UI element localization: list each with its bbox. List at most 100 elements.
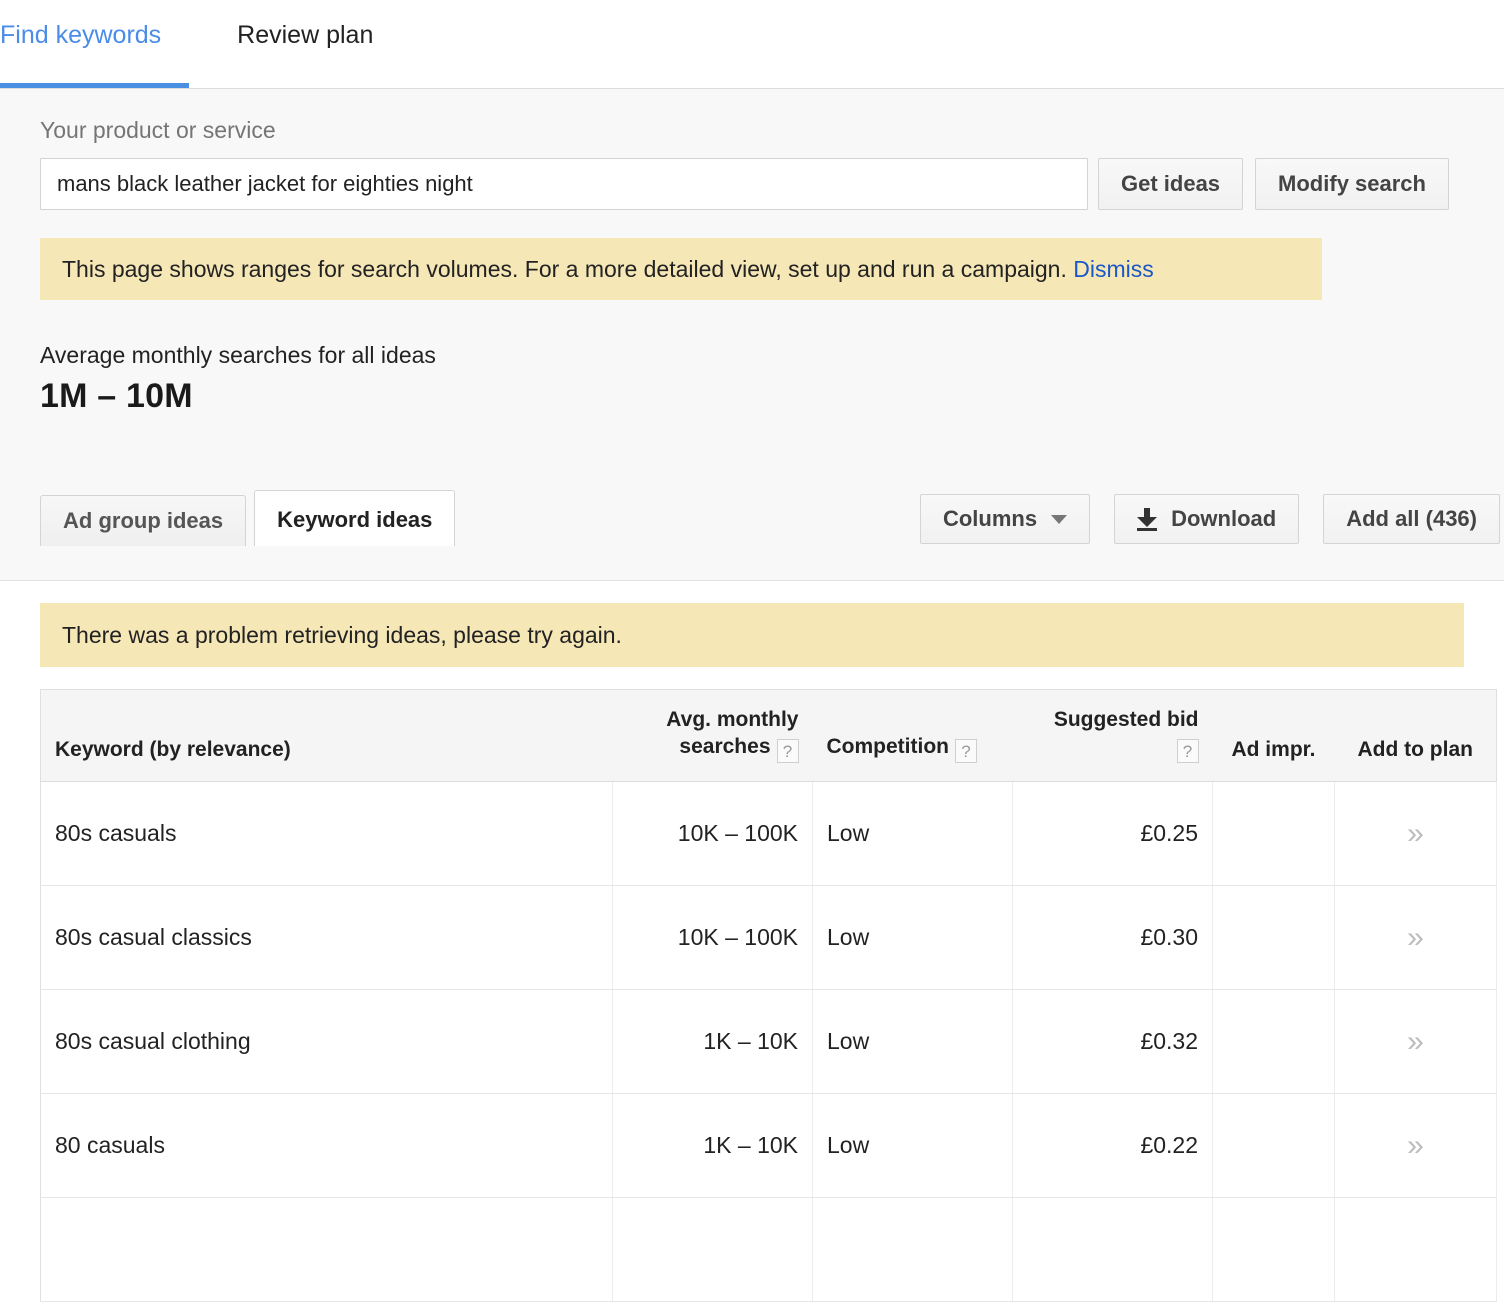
results-area: There was a problem retrieving ideas, pl…	[0, 603, 1504, 1302]
add-to-plan-chevron-icon[interactable]: »	[1407, 921, 1424, 954]
col-header-keyword[interactable]: Keyword (by relevance)	[40, 689, 613, 782]
col-header-suggested-bid-label: Suggested bid	[1053, 708, 1199, 731]
competition-value: Low	[827, 1028, 870, 1054]
avg-monthly-searches-value: 1K – 10K	[703, 1028, 798, 1054]
col-header-competition-label: Competition	[826, 735, 949, 758]
add-to-plan-chevron-icon[interactable]: »	[1407, 1025, 1424, 1058]
table-row[interactable]: 80 casuals 1K – 10K Low £0.22 »	[40, 1093, 1497, 1198]
table-body: 80s casuals 10K – 100K Low £0.25» 80s casual…	[40, 781, 1497, 1302]
cell-keyword: 80s casual clothing	[40, 989, 613, 1094]
tab-ad-group-ideas[interactable]: Ad group ideas	[40, 495, 247, 546]
add-all-button[interactable]: Add all (436)	[1323, 494, 1500, 544]
table-header-row: Keyword (by relevance) Avg. monthly sear…	[40, 689, 1497, 782]
cell-competition: Low	[812, 781, 1013, 886]
cell-ad-impr	[1212, 1093, 1335, 1198]
cell-suggested-bid: £0.32	[1012, 989, 1213, 1094]
add-to-plan-chevron-icon[interactable]: »	[1407, 1129, 1424, 1162]
avg-searches-value: 1M – 10M	[40, 377, 193, 415]
keyword-text: 80s casuals	[55, 820, 177, 846]
cell-ad-impr	[1212, 885, 1335, 990]
competition-value: Low	[827, 1132, 870, 1158]
columns-button[interactable]: Columns	[919, 494, 1091, 544]
help-icon-suggested-bid[interactable]: ?	[1176, 739, 1199, 763]
chevron-down-icon	[1051, 514, 1068, 524]
cell-add-to-plan[interactable]: »	[1334, 989, 1497, 1094]
col-header-ad-impr-label: Ad impr.	[1231, 738, 1316, 761]
cell-competition: Low	[812, 885, 1013, 990]
keyword-text: 80s casual clothing	[55, 1028, 251, 1054]
cell-competition: Low	[812, 989, 1013, 1094]
tab-find-keywords-label: Find keywords	[0, 21, 162, 49]
cell-add-to-plan[interactable]: »	[1334, 1093, 1497, 1198]
query-panel: Your product or service Get ideas Modify…	[0, 89, 1504, 581]
cell-suggested-bid	[1012, 1197, 1213, 1302]
download-icon	[1137, 508, 1158, 531]
keyword-ideas-table: Keyword (by relevance) Avg. monthly sear…	[40, 689, 1497, 1302]
cell-avg-monthly-searches: 10K – 100K	[612, 885, 813, 990]
suggested-bid-value: £0.25	[1140, 820, 1198, 846]
top-tab-strip: Find keywords Review plan	[0, 0, 1504, 89]
cell-suggested-bid: £0.25	[1012, 781, 1213, 886]
cell-competition	[812, 1197, 1013, 1302]
avg-monthly-searches-value: 10K – 100K	[677, 820, 798, 846]
search-row: Get ideas Modify search	[40, 158, 1504, 210]
col-header-add-to-plan: Add to plan	[1334, 689, 1497, 782]
modify-search-button[interactable]: Modify search	[1255, 158, 1449, 210]
product-service-label: Your product or service	[40, 117, 276, 143]
table-row[interactable]	[40, 1197, 1497, 1302]
cell-ad-impr	[1212, 989, 1335, 1094]
col-header-add-to-plan-label: Add to plan	[1357, 738, 1473, 761]
cell-competition: Low	[812, 1093, 1013, 1198]
get-ideas-button[interactable]: Get ideas	[1098, 158, 1244, 210]
suggested-bid-value: £0.32	[1140, 1028, 1198, 1054]
product-service-input[interactable]	[40, 158, 1088, 210]
cell-keyword: 80s casuals	[40, 781, 613, 886]
dismiss-link[interactable]: Dismiss	[1073, 256, 1154, 282]
tab-find-keywords[interactable]: Find keywords	[0, 0, 190, 88]
competition-value: Low	[827, 924, 870, 950]
competition-value: Low	[827, 820, 870, 846]
tab-review-plan[interactable]: Review plan	[237, 0, 401, 52]
cell-add-to-plan[interactable]: »	[1334, 885, 1497, 990]
cell-avg-monthly-searches: 10K – 100K	[612, 781, 813, 886]
tab-review-plan-label: Review plan	[237, 21, 374, 49]
columns-button-label: Columns	[942, 506, 1038, 531]
info-banner: This page shows ranges for search volume…	[40, 238, 1322, 300]
cell-add-to-plan[interactable]	[1334, 1197, 1497, 1302]
cell-avg-monthly-searches: 1K – 10K	[612, 1093, 813, 1198]
sub-tabs: Ad group ideas Keyword ideas	[40, 490, 456, 546]
error-banner-text: There was a problem retrieving ideas, pl…	[62, 622, 622, 648]
download-button[interactable]: Download	[1114, 494, 1300, 544]
col-header-keyword-label: Keyword (by relevance)	[55, 738, 291, 761]
cell-avg-monthly-searches: 1K – 10K	[612, 989, 813, 1094]
table-row[interactable]: 80s casual clothing 1K – 10K Low £0.32 »	[40, 989, 1497, 1094]
cell-avg-monthly-searches	[612, 1197, 813, 1302]
cell-ad-impr	[1212, 1197, 1335, 1302]
help-icon-avg-monthly-searches[interactable]: ?	[776, 739, 799, 763]
suggested-bid-value: £0.30	[1140, 924, 1198, 950]
avg-searches-label: Average monthly searches for all ideas	[40, 342, 436, 368]
col-header-competition[interactable]: Competition?	[812, 689, 1013, 782]
suggested-bid-value: £0.22	[1140, 1132, 1198, 1158]
help-icon-competition[interactable]: ?	[954, 739, 977, 763]
col-header-ad-impr[interactable]: Ad impr.	[1212, 689, 1335, 782]
table-header: Keyword (by relevance) Avg. monthly sear…	[40, 689, 1497, 782]
cell-add-to-plan[interactable]: »	[1334, 781, 1497, 886]
avg-monthly-searches-value: 10K – 100K	[677, 924, 798, 950]
results-toolbar: Columns Download Add all (436)	[896, 494, 1500, 544]
table-row[interactable]: 80s casual classics 10K – 100K Low £0.30 »	[40, 885, 1497, 990]
add-to-plan-chevron-icon[interactable]: »	[1407, 817, 1424, 850]
cell-keyword: 80s casual classics	[40, 885, 613, 990]
cell-ad-impr	[1212, 781, 1335, 886]
cell-suggested-bid: £0.30	[1012, 885, 1213, 990]
col-header-avg-monthly-searches[interactable]: Avg. monthly searches?	[612, 689, 813, 782]
avg-monthly-searches-value: 1K – 10K	[703, 1132, 798, 1158]
download-button-label: Download	[1171, 506, 1277, 531]
cell-keyword	[40, 1197, 613, 1302]
sub-tab-toolbar: Ad group ideas Keyword ideas Columns Dow…	[0, 490, 1504, 546]
keyword-text: 80s casual classics	[55, 924, 252, 950]
tab-keyword-ideas[interactable]: Keyword ideas	[254, 490, 456, 546]
table-row[interactable]: 80s casuals 10K – 100K Low £0.25 »	[40, 781, 1497, 886]
col-header-suggested-bid[interactable]: Suggested bid?	[1012, 689, 1213, 782]
error-banner: There was a problem retrieving ideas, pl…	[40, 603, 1464, 667]
